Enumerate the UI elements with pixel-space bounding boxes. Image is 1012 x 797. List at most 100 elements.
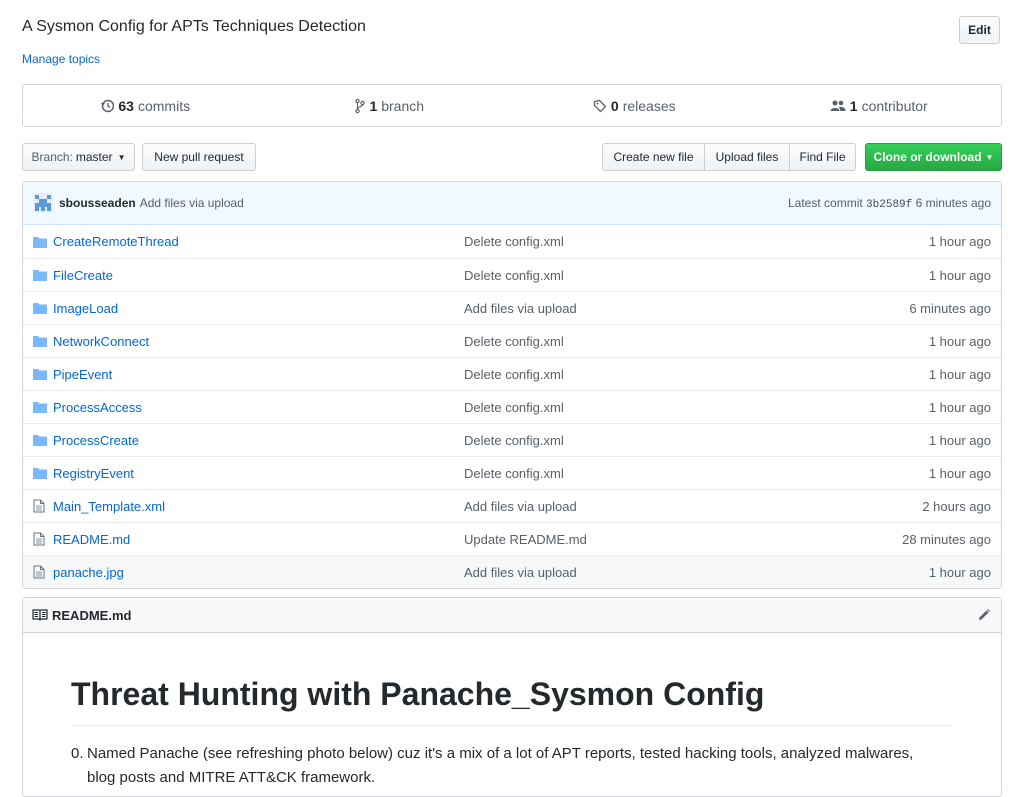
- file-name-link[interactable]: NetworkConnect: [53, 334, 464, 349]
- branch-label: branch: [381, 97, 425, 114]
- commit-age: 1 hour ago: [928, 234, 991, 249]
- commit-message-link[interactable]: Delete config.xml: [464, 400, 929, 415]
- pencil-icon[interactable]: [977, 608, 991, 622]
- upload-files-button[interactable]: Upload files: [704, 143, 790, 171]
- book-icon: [32, 609, 48, 621]
- commit-message[interactable]: Add files via upload: [140, 196, 244, 210]
- file-icon: [33, 499, 49, 513]
- repo-description: A Sysmon Config for APTs Techniques Dete…: [22, 18, 366, 35]
- commit-message-link[interactable]: Add files via upload: [464, 499, 922, 514]
- file-name-link[interactable]: CreateRemoteThread: [53, 234, 464, 249]
- caret-down-icon: ▼: [117, 152, 126, 162]
- latest-commit-label: Latest commit: [788, 195, 863, 210]
- repo-summary: 63 commits 1 branch 0 releases 1 contrib…: [22, 84, 1002, 127]
- list-item-number: 0.: [71, 745, 84, 762]
- commit-message-link[interactable]: Delete config.xml: [464, 433, 929, 448]
- table-row: panache.jpg Add files via upload 1 hour ag…: [23, 555, 1001, 588]
- folder-icon: [33, 269, 49, 281]
- clone-or-download-button[interactable]: Clone or download ▼: [865, 143, 1002, 171]
- tag-icon: [593, 99, 607, 112]
- contributors-link[interactable]: 1 contributor: [757, 98, 1002, 114]
- folder-icon: [33, 368, 49, 380]
- git-branch-icon: [355, 98, 366, 113]
- file-list: sbousseaden Add files via upload Latest …: [22, 181, 1002, 589]
- commit-age: 28 minutes ago: [902, 531, 991, 547]
- file-name-link[interactable]: ProcessCreate: [53, 433, 464, 448]
- folder-icon: [33, 302, 49, 314]
- table-row: README.md Update README.md 28 minutes ago: [23, 522, 1001, 555]
- commit-age: 1 hour ago: [928, 399, 991, 415]
- table-row: CreateRemoteThread Delete config.xml 1 hou…: [23, 225, 1001, 258]
- people-icon: [830, 100, 846, 111]
- branch-select-value: master: [75, 150, 113, 164]
- file-icon: [33, 532, 49, 546]
- branch-select[interactable]: Branch: master ▼: [22, 143, 135, 171]
- file-name-link[interactable]: RegistryEvent: [53, 466, 464, 481]
- commit-message-link[interactable]: Delete config.xml: [464, 234, 929, 249]
- contributor-label: contributor: [861, 97, 928, 114]
- table-row: ProcessCreate Delete config.xml 1 hour ago: [23, 423, 1001, 456]
- commit-age: 6 minutes ago: [915, 195, 991, 210]
- table-row: Main_Template.xml Add files via upload 2 h…: [23, 489, 1001, 522]
- commit-message-link[interactable]: Add files via upload: [464, 301, 909, 316]
- find-file-button[interactable]: Find File: [789, 143, 856, 171]
- commit-age: 2 hours ago: [922, 498, 991, 514]
- readme-filename: README.md: [52, 607, 132, 623]
- branch-count: 1: [369, 97, 378, 114]
- file-icon: [33, 565, 49, 579]
- commits-label: commits: [137, 97, 191, 114]
- commit-sha[interactable]: 3b2589f: [866, 199, 912, 211]
- commit-message-link[interactable]: Delete config.xml: [464, 334, 929, 349]
- releases-count: 0: [610, 97, 619, 114]
- clone-label: Clone or download: [873, 150, 982, 164]
- commit-message-link[interactable]: Update README.md: [464, 532, 902, 547]
- commit-age: 1 hour ago: [928, 333, 991, 349]
- edit-description-button[interactable]: Edit: [959, 16, 1000, 44]
- commit-age: 1 hour ago: [928, 432, 991, 448]
- latest-commit-bar: sbousseaden Add files via upload Latest …: [23, 182, 1001, 225]
- table-row: FileCreate Delete config.xml 1 hour ago: [23, 258, 1001, 291]
- list-item-text: Named Panache (see refreshing photo belo…: [87, 745, 914, 786]
- caret-down-icon: ▼: [985, 152, 994, 162]
- new-pull-request-button[interactable]: New pull request: [142, 143, 256, 171]
- commits-link[interactable]: 63 commits: [23, 98, 268, 114]
- commit-message-link[interactable]: Delete config.xml: [464, 268, 929, 283]
- folder-icon: [33, 401, 49, 413]
- table-row: ImageLoad Add files via upload 6 minutes a…: [23, 291, 1001, 324]
- commit-age: 1 hour ago: [928, 564, 991, 580]
- file-name-link[interactable]: panache.jpg: [53, 565, 464, 580]
- folder-icon: [33, 335, 49, 347]
- file-name-link[interactable]: PipeEvent: [53, 367, 464, 382]
- releases-link[interactable]: 0 releases: [512, 98, 757, 114]
- commit-author[interactable]: sbousseaden: [59, 196, 136, 210]
- readme-heading: Threat Hunting with Panache_Sysmon Confi…: [71, 676, 953, 726]
- file-name-link[interactable]: FileCreate: [53, 268, 464, 283]
- commit-age: 6 minutes ago: [909, 300, 991, 316]
- table-row: RegistryEvent Delete config.xml 1 hour ago: [23, 456, 1001, 489]
- commit-message-link[interactable]: Add files via upload: [464, 565, 929, 580]
- readme-header: README.md: [23, 598, 1001, 633]
- latest-commit-info: Latest commit 3b2589f 6 minutes ago: [788, 196, 991, 211]
- releases-label: releases: [622, 97, 676, 114]
- commit-message-link[interactable]: Delete config.xml: [464, 466, 929, 481]
- contributor-count: 1: [849, 97, 858, 114]
- create-new-file-button[interactable]: Create new file: [602, 143, 705, 171]
- avatar[interactable]: [33, 193, 53, 213]
- manage-topics-link[interactable]: Manage topics: [22, 52, 100, 66]
- commit-message-link[interactable]: Delete config.xml: [464, 367, 929, 382]
- folder-icon: [33, 236, 49, 248]
- file-name-link[interactable]: Main_Template.xml: [53, 499, 464, 514]
- history-icon: [101, 99, 115, 112]
- table-row: ProcessAccess Delete config.xml 1 hour ago: [23, 390, 1001, 423]
- file-name-link[interactable]: ImageLoad: [53, 301, 464, 316]
- folder-icon: [33, 467, 49, 479]
- branch-select-prefix: Branch:: [31, 150, 73, 164]
- file-name-link[interactable]: ProcessAccess: [53, 400, 464, 415]
- readme-list-item: 0. Named Panache (see refreshing photo b…: [71, 742, 937, 790]
- file-name-link[interactable]: README.md: [53, 532, 464, 547]
- readme-panel: README.md Threat Hunting with Panache_Sy…: [22, 597, 1002, 797]
- commit-age: 1 hour ago: [928, 366, 991, 382]
- commit-age: 1 hour ago: [928, 465, 991, 481]
- branches-link[interactable]: 1 branch: [268, 98, 513, 114]
- table-row: PipeEvent Delete config.xml 1 hour ago: [23, 357, 1001, 390]
